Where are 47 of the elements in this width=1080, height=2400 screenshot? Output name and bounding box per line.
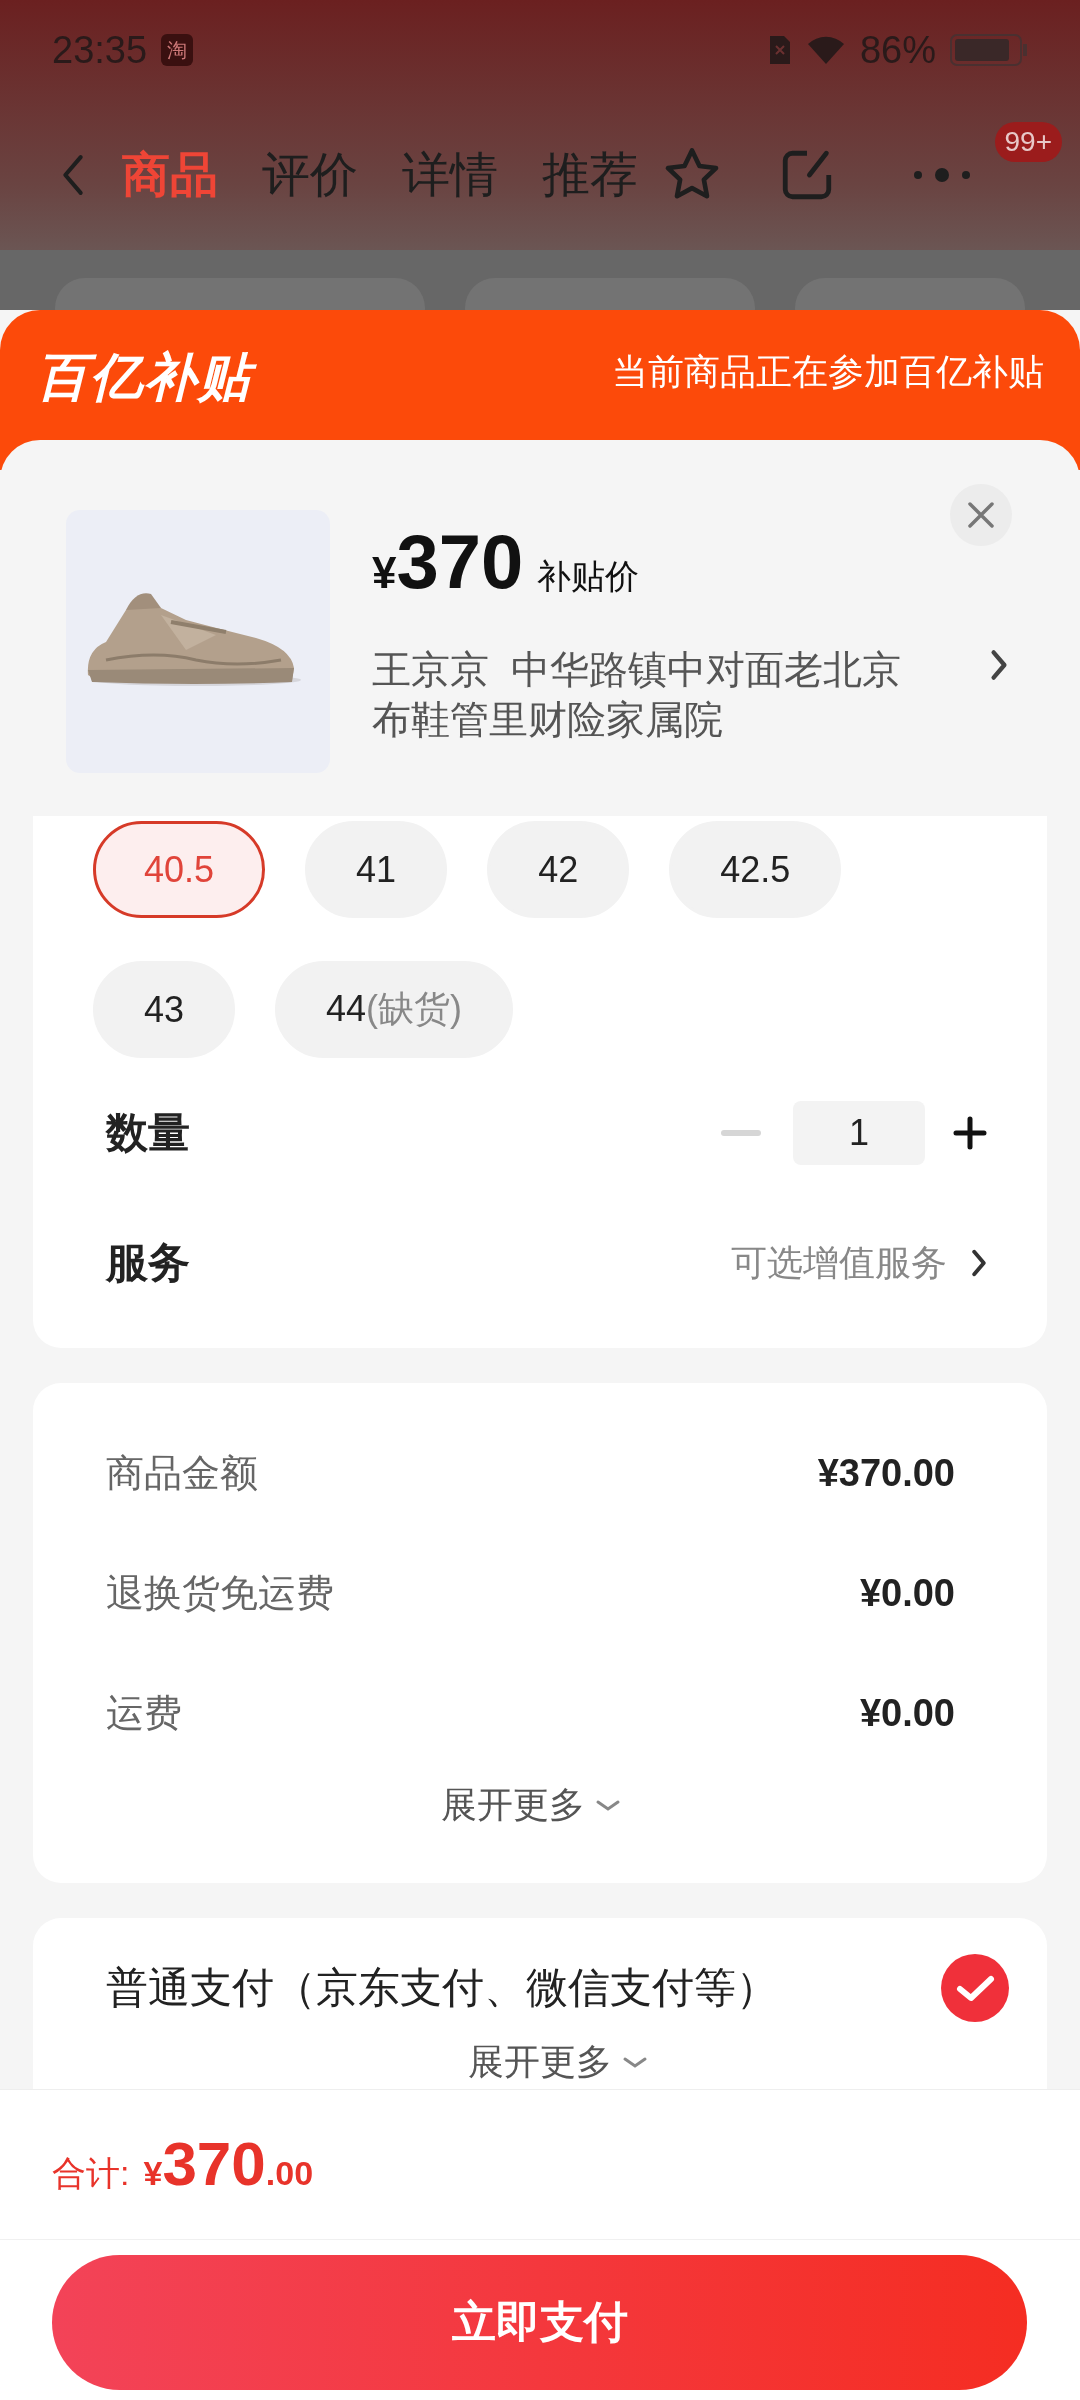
cost-label: 商品金额 [106, 1450, 258, 1496]
service-label: 服务 [106, 1238, 190, 1288]
sim-icon [767, 34, 792, 66]
back-icon[interactable] [60, 152, 86, 198]
battery-percent: 86% [859, 28, 936, 72]
size-option[interactable]: 44(缺货) [275, 961, 514, 1058]
quantity-label: 数量 [106, 1108, 190, 1158]
more-icon[interactable] [912, 168, 972, 182]
size-option[interactable]: 40.5 [93, 821, 266, 918]
cost-value: ¥0.00 [859, 1691, 955, 1735]
price-label: 补贴价 [537, 556, 640, 597]
currency-symbol: ¥ [143, 2154, 163, 2193]
chevron-right-icon [971, 1247, 987, 1279]
subsidy-logo: 百亿补贴 [32, 340, 266, 416]
pay-now-button[interactable]: 立即支付 [52, 2255, 1027, 2390]
delivery-address[interactable]: 王京京 中华路镇中对面老北京布鞋管里财险家属院 [372, 645, 917, 745]
payment-option[interactable]: 普通支付（京东支付、微信支付等） [106, 1960, 778, 2016]
cost-label: 运费 [106, 1690, 182, 1736]
quantity-field[interactable]: 1 [793, 1101, 925, 1165]
wifi-icon [805, 34, 846, 66]
clock-time: 23:35 [52, 28, 148, 72]
subsidy-price: 370 [396, 518, 524, 605]
notification-badge: 99+ [994, 122, 1062, 162]
cost-value: ¥0.00 [859, 1571, 955, 1615]
total-decimal: .00 [265, 2154, 314, 2193]
minus-icon[interactable] [721, 1130, 761, 1136]
app-notification-icon: 淘 [161, 34, 194, 66]
chevron-right-icon [990, 648, 1008, 682]
size-option[interactable]: 42.5 [669, 821, 842, 918]
total-amount: 370 [162, 2128, 266, 2199]
service-value[interactable]: 可选增值服务 [731, 1238, 947, 1288]
expand-more-link[interactable]: 展开更多 [468, 2038, 612, 2087]
close-icon [966, 500, 996, 530]
plus-icon[interactable] [953, 1116, 987, 1150]
currency-symbol: ¥ [372, 548, 397, 598]
checkmark-icon[interactable] [940, 1953, 1010, 2023]
subsidy-notice: 当前商品正在参加百亿补贴 [612, 350, 1044, 394]
expand-more-link[interactable]: 展开更多 [440, 1781, 585, 1830]
chevron-down-icon [594, 1798, 621, 1813]
battery-icon [950, 33, 1028, 67]
chevron-down-icon [622, 2055, 648, 2070]
cost-label: 退换货免运费 [106, 1570, 334, 1616]
size-option[interactable]: 41 [305, 821, 448, 918]
cost-value: ¥370.00 [817, 1451, 955, 1495]
size-option[interactable]: 42 [487, 821, 630, 918]
size-option[interactable]: 43 [93, 961, 236, 1058]
total-label: 合计: [52, 2153, 130, 2194]
